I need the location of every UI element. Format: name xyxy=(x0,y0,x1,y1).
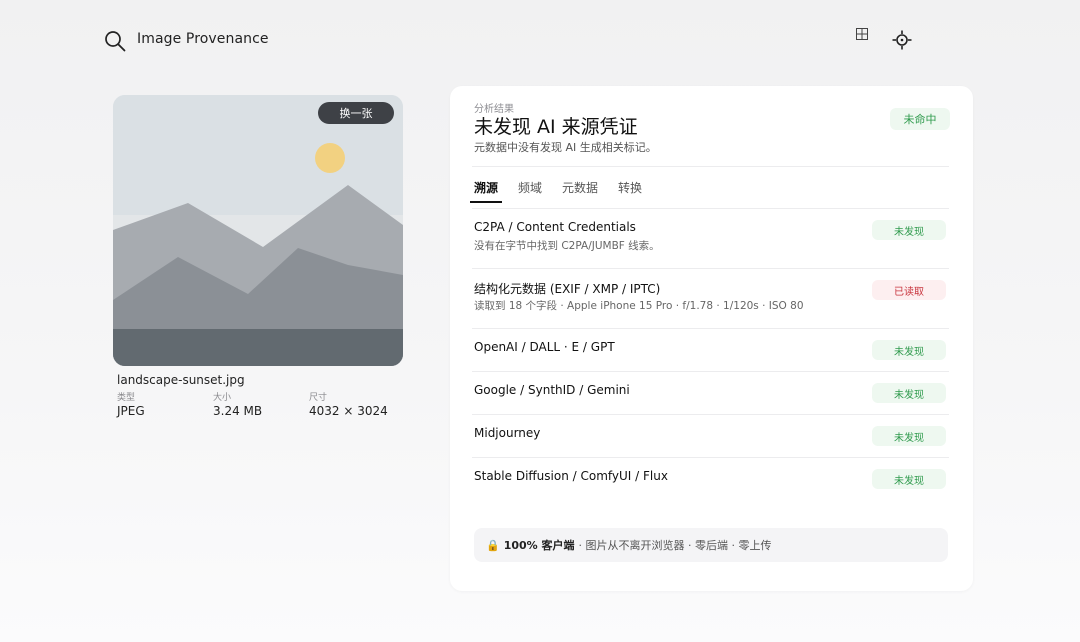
check-row-google: Google / SynthID / Gemini 未发现 xyxy=(472,371,949,414)
crosshair-icon[interactable] xyxy=(892,30,912,50)
status-badge: 已读取 xyxy=(872,280,946,300)
tab-metadata[interactable]: 元数据 xyxy=(562,179,598,203)
tab-convert[interactable]: 转换 xyxy=(618,179,642,203)
check-title: OpenAI / DALL · E / GPT xyxy=(474,340,615,354)
check-row-exif: 结构化元数据 (EXIF / XMP / IPTC) 读取到 18 个字段 · … xyxy=(472,268,949,328)
lock-icon: 🔒 xyxy=(486,538,500,552)
privacy-note-text: · 图片从不离开浏览器 · 零后端 · 零上传 xyxy=(578,539,772,552)
tab-frequency[interactable]: 频域 xyxy=(518,179,542,203)
check-row-c2pa: C2PA / Content Credentials 没有在字节中找到 C2PA… xyxy=(472,208,949,268)
check-row-stable-diffusion: Stable Diffusion / ComfyUI / Flux 未发现 xyxy=(472,457,949,500)
image-preview xyxy=(113,95,403,366)
meta-size: 大小 3.24 MB xyxy=(213,393,262,419)
check-desc: 没有在字节中找到 C2PA/JUMBF 线索。 xyxy=(474,240,660,252)
meta-size-value: 3.24 MB xyxy=(213,404,263,418)
meta-type-value: JPEG xyxy=(117,404,145,418)
privacy-note-strong: 100% 客户端 xyxy=(503,539,575,552)
status-badge: 未发现 xyxy=(872,383,946,403)
file-name: landscape-sunset.jpg xyxy=(117,373,245,387)
check-title: 结构化元数据 (EXIF / XMP / IPTC) xyxy=(474,282,661,296)
tab-bar: 溯源 频域 元数据 转换 xyxy=(470,179,662,203)
tab-provenance[interactable]: 溯源 xyxy=(470,179,503,203)
check-title: Stable Diffusion / ComfyUI / Flux xyxy=(474,469,668,483)
search-icon[interactable] xyxy=(104,30,126,52)
result-badge: 未命中 xyxy=(890,108,950,130)
check-desc: 读取到 18 个字段 · Apple iPhone 15 Pro · f/1.7… xyxy=(474,300,804,312)
status-badge: 未发现 xyxy=(872,469,946,489)
divider xyxy=(472,166,949,167)
meta-dimensions-label: 尺寸 xyxy=(309,393,328,403)
status-badge: 未发现 xyxy=(872,426,946,446)
app-title: Image Provenance xyxy=(137,31,269,47)
meta-dimensions-value: 4032 × 3024 xyxy=(309,404,388,418)
meta-dimensions: 尺寸 4032 × 3024 xyxy=(309,393,388,419)
result-subtitle: 元数据中没有发现 AI 生成相关标记。 xyxy=(474,141,657,154)
status-badge: 未发现 xyxy=(872,340,946,360)
landscape-image xyxy=(113,95,403,366)
analysis-panel: 分析结果 未发现 AI 来源凭证 元数据中没有发现 AI 生成相关标记。 未命中… xyxy=(450,86,973,591)
privacy-note: 🔒 100% 客户端 · 图片从不离开浏览器 · 零后端 · 零上传 xyxy=(474,528,948,562)
result-heading: 未发现 AI 来源凭证 xyxy=(474,116,638,138)
check-title: Midjourney xyxy=(474,426,541,440)
change-image-button[interactable]: 换一张 xyxy=(318,102,394,124)
check-row-openai: OpenAI / DALL · E / GPT 未发现 xyxy=(472,328,949,371)
meta-size-label: 大小 xyxy=(213,393,232,403)
check-title: C2PA / Content Credentials xyxy=(474,220,636,234)
meta-type: 类型 JPEG xyxy=(117,393,145,419)
grid-icon[interactable] xyxy=(856,28,868,40)
meta-type-label: 类型 xyxy=(117,393,136,403)
status-badge: 未发现 xyxy=(872,220,946,240)
check-title: Google / SynthID / Gemini xyxy=(474,383,630,397)
check-row-midjourney: Midjourney 未发现 xyxy=(472,414,949,457)
